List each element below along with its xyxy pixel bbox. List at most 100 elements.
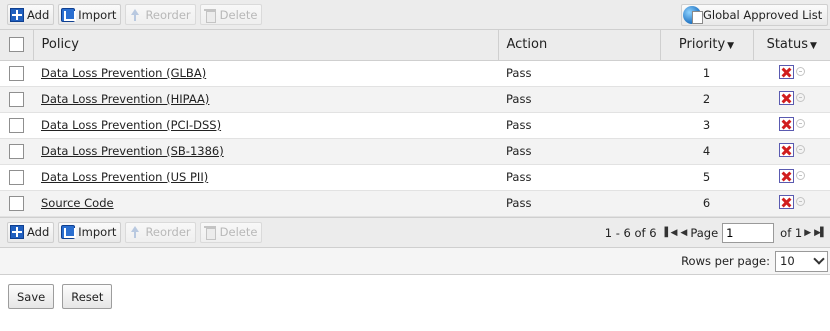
disabled-x-icon[interactable]	[778, 90, 794, 105]
pager: 1 - 6 of 6 ▌◀ ◀ Page of 1 ▶ ▶▌	[605, 218, 830, 248]
disabled-x-icon[interactable]	[778, 142, 794, 157]
global-approved-list-button[interactable]: Global Approved List	[681, 4, 828, 26]
reorder-icon	[128, 8, 142, 22]
pager-range: 1 - 6 of 6	[604, 225, 657, 240]
column-header-status[interactable]: Status ▼	[753, 30, 830, 61]
action-cell: Pass	[498, 86, 660, 113]
row-checkbox-cell	[0, 190, 33, 217]
delete-button[interactable]: Delete	[199, 4, 263, 25]
rows-per-page-bar: Rows per page: 10	[0, 246, 830, 275]
status-cell	[753, 112, 830, 139]
table-row: Data Loss Prevention (SB-1386) Pass 4	[0, 138, 830, 165]
policy-cell: Data Loss Prevention (HIPAA)	[33, 86, 498, 113]
add-button[interactable]: Add	[7, 221, 55, 243]
row-checkbox-cell	[0, 60, 33, 87]
status-cell	[753, 164, 830, 191]
policy-cell: Data Loss Prevention (US PII)	[33, 164, 498, 191]
status-cell	[753, 86, 830, 113]
policy-link[interactable]: Data Loss Prevention (PCI-DSS)	[41, 118, 221, 132]
disabled-x-icon[interactable]	[778, 168, 794, 183]
column-header-priority[interactable]: Priority ▼	[660, 30, 754, 61]
trash-icon	[203, 225, 217, 240]
priority-cell: 4	[660, 138, 753, 165]
table-row: Data Loss Prevention (PCI-DSS) Pass 3	[0, 112, 830, 139]
policy-table: Policy Action Priority ▼ Status ▼ Data Los…	[0, 30, 830, 217]
row-checkbox[interactable]	[9, 169, 24, 185]
action-cell: Pass	[498, 60, 660, 87]
delete-button[interactable]: Delete	[199, 221, 263, 243]
minus-circle-icon[interactable]	[795, 119, 805, 128]
column-header-policy[interactable]: Policy	[33, 30, 499, 61]
row-checkbox[interactable]	[9, 65, 24, 81]
page-label: Page	[690, 225, 719, 240]
page-number-input[interactable]	[722, 222, 775, 243]
policy-link[interactable]: Source Code	[41, 196, 114, 210]
row-checkbox[interactable]	[9, 195, 24, 211]
row-checkbox[interactable]	[9, 91, 24, 107]
policy-link[interactable]: Data Loss Prevention (SB-1386)	[41, 144, 224, 158]
priority-cell: 1	[660, 60, 753, 87]
reorder-label: Reorder	[145, 225, 191, 239]
row-checkbox[interactable]	[9, 143, 24, 159]
status-header-label: Status	[766, 37, 808, 53]
minus-circle-icon[interactable]	[795, 67, 805, 76]
next-page-icon[interactable]: ▶	[804, 228, 811, 238]
first-page-icon[interactable]: ▌◀	[665, 228, 678, 238]
table-row: Data Loss Prevention (HIPAA) Pass 2	[0, 86, 830, 113]
save-button[interactable]: Save	[8, 284, 55, 309]
rows-per-page-label: Rows per page:	[681, 254, 770, 268]
import-label: Import	[78, 225, 117, 239]
policy-cell: Data Loss Prevention (PCI-DSS)	[33, 112, 498, 139]
trash-icon	[203, 8, 217, 23]
reorder-button[interactable]: Reorder	[125, 4, 196, 25]
form-actions: Save Reset	[8, 284, 113, 309]
reorder-label: Reorder	[145, 7, 191, 22]
sort-down-icon: ▼	[727, 41, 735, 52]
status-cell	[753, 60, 830, 87]
global-approved-list-label: Global Approved List	[703, 8, 823, 22]
action-cell: Pass	[498, 190, 660, 217]
policy-link[interactable]: Data Loss Prevention (GLBA)	[41, 66, 206, 80]
row-checkbox[interactable]	[9, 117, 24, 133]
minus-circle-icon[interactable]	[795, 93, 805, 102]
select-all-checkbox[interactable]	[9, 37, 24, 53]
row-checkbox-cell	[0, 86, 33, 113]
disabled-x-icon[interactable]	[778, 116, 794, 131]
action-cell: Pass	[498, 138, 660, 165]
status-cell	[753, 138, 830, 165]
minus-circle-icon[interactable]	[795, 145, 805, 154]
minus-circle-icon[interactable]	[795, 171, 805, 180]
rows-per-page-value: 10	[780, 254, 795, 268]
bottom-toolbar: Add Import Reorder Delete 1 - 6 of 6 ▌◀ …	[0, 216, 830, 248]
disabled-x-icon[interactable]	[778, 194, 794, 209]
prev-page-icon[interactable]: ◀	[680, 228, 687, 238]
add-button[interactable]: Add	[7, 4, 55, 25]
row-checkbox-cell	[0, 112, 33, 139]
action-header-label: Action	[506, 37, 548, 53]
add-label: Add	[27, 225, 50, 239]
reorder-icon	[128, 225, 142, 239]
column-header-action[interactable]: Action	[498, 30, 661, 61]
rows-per-page-select[interactable]: 10	[775, 250, 828, 272]
policy-cell: Source Code	[33, 190, 498, 217]
minus-circle-icon[interactable]	[795, 197, 805, 206]
import-icon	[61, 7, 77, 22]
disabled-x-icon[interactable]	[778, 64, 794, 79]
add-icon	[10, 7, 24, 22]
page-of-text: of 1	[780, 225, 803, 240]
policy-panel: Add Import Reorder Delete Global Approve…	[0, 0, 830, 275]
import-button[interactable]: Import	[58, 221, 122, 243]
row-checkbox-cell	[0, 138, 33, 165]
action-cell: Pass	[498, 164, 660, 191]
import-button[interactable]: Import	[58, 4, 122, 25]
policy-link[interactable]: Data Loss Prevention (US PII)	[41, 170, 208, 184]
policy-link[interactable]: Data Loss Prevention (HIPAA)	[41, 92, 209, 106]
row-checkbox-cell	[0, 164, 33, 191]
priority-cell: 5	[660, 164, 753, 191]
delete-label: Delete	[219, 225, 258, 239]
reset-button[interactable]: Reset	[62, 284, 113, 309]
chevron-down-icon	[813, 253, 825, 265]
add-label: Add	[27, 7, 50, 22]
last-page-icon[interactable]: ▶▌	[814, 228, 827, 238]
reorder-button[interactable]: Reorder	[125, 221, 196, 243]
